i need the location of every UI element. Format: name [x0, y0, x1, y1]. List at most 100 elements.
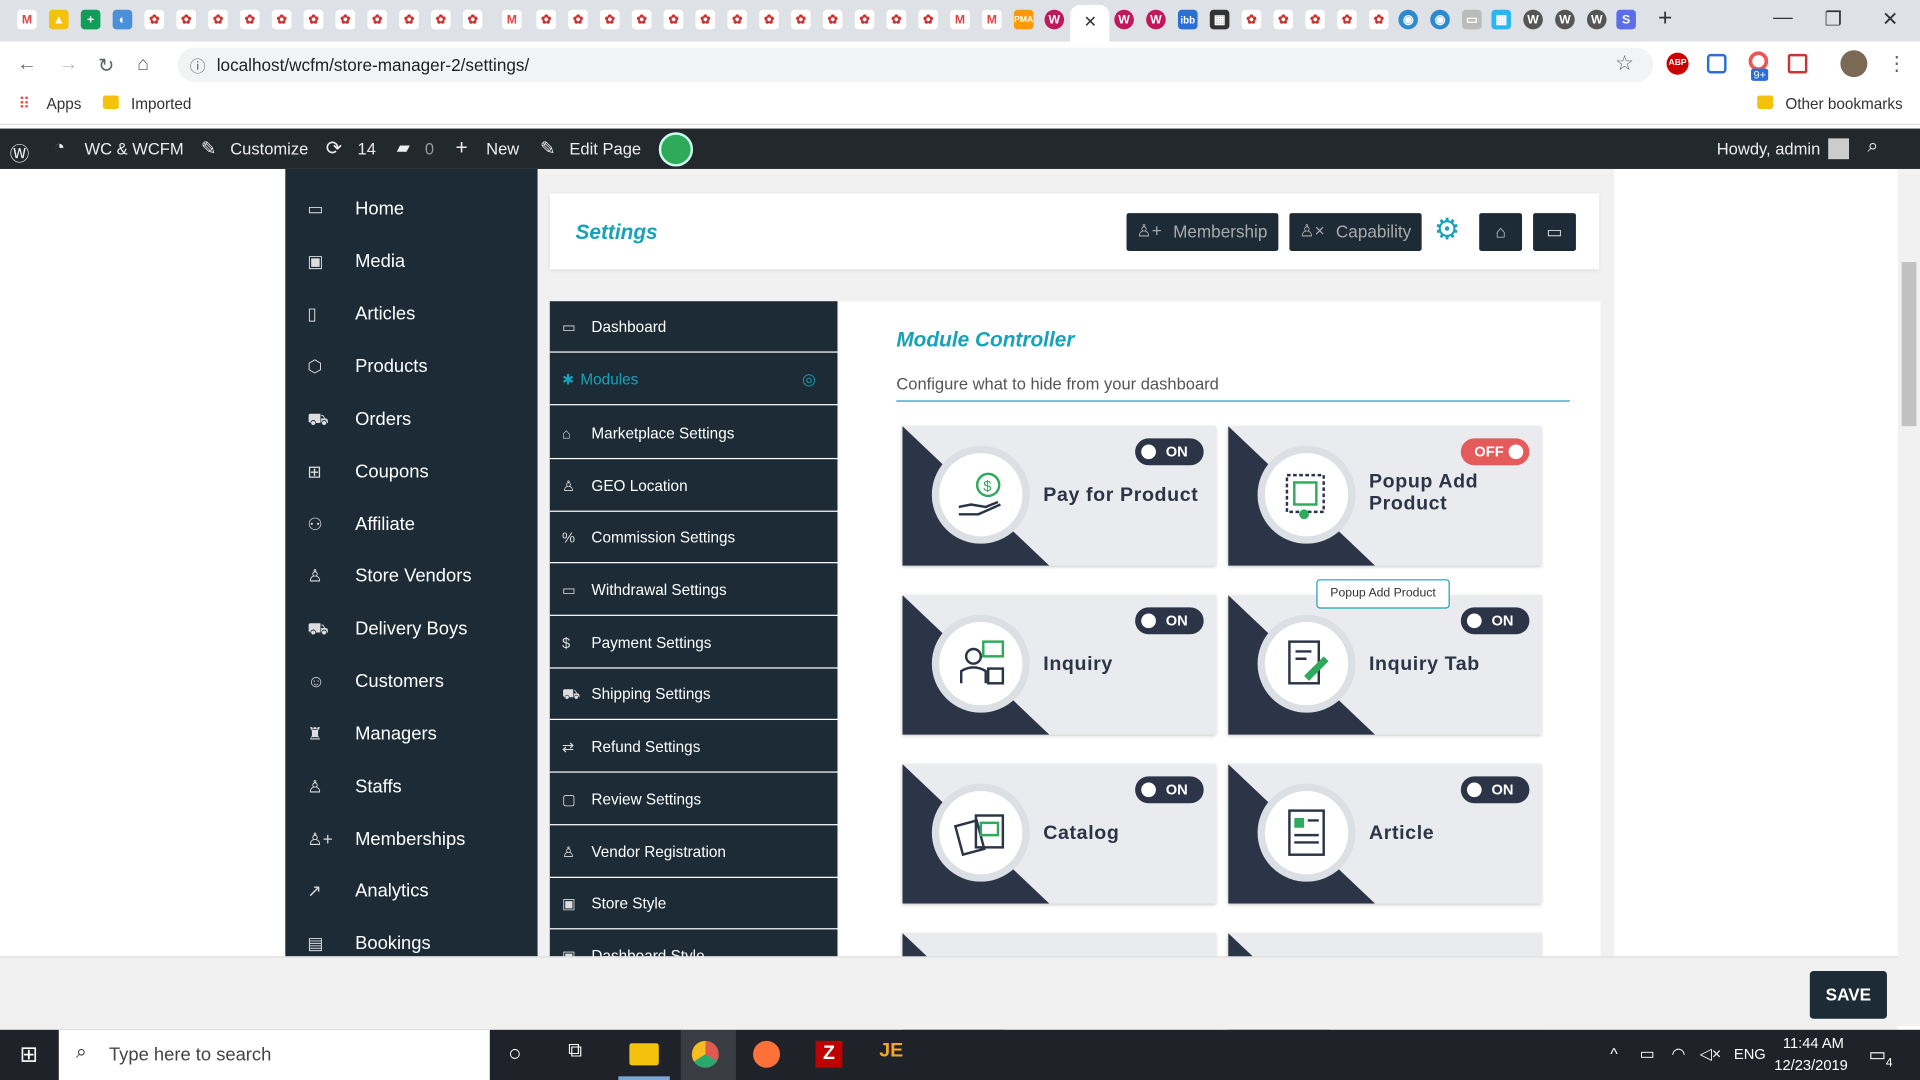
module-toggle[interactable]: OFF	[1460, 438, 1530, 466]
filezilla-icon[interactable]: Z	[815, 1040, 843, 1068]
wordpress-logo-icon[interactable]: Ⓦ	[10, 137, 30, 166]
wcfm-tab-icon[interactable]: ✿	[271, 9, 292, 30]
wordpress-tab-icon[interactable]: W	[1555, 9, 1575, 30]
user-avatar[interactable]	[1828, 138, 1849, 160]
module-toggle[interactable]: ON	[1460, 776, 1530, 804]
bookmark-imported[interactable]: Imported	[131, 96, 191, 113]
plugin-icon[interactable]	[658, 132, 694, 167]
module-toggle[interactable]: ON	[1135, 438, 1204, 466]
reload-icon[interactable]: ↻	[98, 54, 114, 78]
wcfm-tab-icon[interactable]: ✿	[536, 9, 556, 30]
wcfm-tab-icon[interactable]: ✿	[1337, 9, 1357, 30]
video-button[interactable]: ▭	[1533, 213, 1576, 252]
close-tab-icon[interactable]: ✕	[1084, 12, 1097, 32]
site-name-link[interactable]: WC & WCFM	[84, 140, 183, 158]
gmail-tab-icon[interactable]: M	[982, 9, 1002, 30]
wcfm-tab-icon[interactable]: ✿	[1241, 9, 1262, 30]
settings-dashboard[interactable]: ▭ Dashboard	[549, 301, 838, 353]
wcfm-tab-icon[interactable]: ✿	[759, 9, 779, 30]
ibb-tab-icon[interactable]: ibb	[1177, 9, 1198, 30]
pocket-icon[interactable]	[1787, 53, 1808, 74]
wcfm-tab-icon[interactable]: ✿	[918, 9, 938, 30]
wcfm-tab-icon[interactable]: ✿	[240, 9, 260, 30]
language-indicator[interactable]: ENG	[1734, 1046, 1766, 1063]
settings-modules[interactable]: ✱ Modules ◎	[549, 354, 838, 406]
updates-count[interactable]: 14	[358, 140, 376, 158]
menu-item-coupons[interactable]: ⊞ Coupons	[285, 447, 537, 498]
menu-item-staffs[interactable]: ♙ Staffs	[285, 762, 537, 813]
wcfm-tab-icon[interactable]: ✿	[886, 9, 907, 30]
customize-link[interactable]: Customize	[230, 140, 308, 158]
comments-count[interactable]: 0	[425, 140, 434, 158]
menu-item-customers[interactable]: ☺ Customers	[285, 656, 537, 707]
windows-start-icon[interactable]: ⊞	[20, 1042, 38, 1068]
tab-icon[interactable]: ◐	[112, 9, 133, 30]
menu-item-managers[interactable]: ♜ Managers	[285, 709, 537, 760]
mute-icon[interactable]: ◁×	[1700, 1044, 1722, 1064]
module-toggle[interactable]: ON	[1135, 776, 1204, 804]
settings-geo[interactable]: ♙ GEO Location	[549, 460, 838, 512]
wcfm-tab-icon[interactable]: ✿	[335, 9, 356, 30]
new-link[interactable]: New	[486, 140, 519, 158]
settings-vendor-registration[interactable]: ♙ Vendor Registration	[549, 827, 838, 878]
wcfm-tab-icon[interactable]: ✿	[399, 9, 419, 30]
firefox-icon[interactable]	[753, 1040, 781, 1068]
settings-gear-icon[interactable]: ⚙	[1434, 212, 1460, 248]
globe-tab-icon[interactable]: ◉	[1430, 9, 1450, 30]
woo-tab-icon[interactable]: W	[1044, 9, 1065, 30]
module-toggle[interactable]: ON	[1460, 607, 1530, 635]
wcfm-tab-icon[interactable]: ✿	[431, 9, 451, 30]
menu-item-orders[interactable]: ⛟ Orders	[285, 394, 537, 445]
home-icon[interactable]: ⌂	[137, 54, 149, 76]
settings-refund[interactable]: ⇄ Refund Settings	[549, 721, 838, 773]
clock-date[interactable]: 12/23/2019	[1774, 1057, 1848, 1074]
task-view-icon[interactable]: ⧉	[568, 1041, 582, 1063]
settings-shipping[interactable]: ⛟ Shipping Settings	[549, 669, 838, 721]
s-tab-icon[interactable]: S	[1616, 9, 1636, 30]
wcfm-tab-icon[interactable]: ✿	[303, 9, 324, 30]
menu-item-analytics[interactable]: ↗ Analytics	[285, 866, 537, 917]
wcfm-tab-icon[interactable]: ✿	[695, 9, 716, 30]
close-window-icon[interactable]: ✕	[1882, 7, 1898, 31]
wcfm-tab-icon[interactable]: ✿	[822, 9, 843, 30]
back-icon[interactable]: ←	[17, 54, 37, 76]
sheets-tab-icon[interactable]: +	[80, 9, 101, 30]
jetbrains-icon[interactable]: JE	[879, 1041, 903, 1063]
settings-review[interactable]: ▢ Review Settings	[549, 774, 838, 826]
bookmark-apps[interactable]: Apps	[47, 96, 82, 113]
wcfm-tab-icon[interactable]: ✿	[1368, 9, 1389, 30]
taskbar-search[interactable]: ⌕ Type here to search	[58, 1029, 490, 1080]
adblock-icon[interactable]: ABP	[1666, 52, 1689, 75]
file-explorer-icon[interactable]	[629, 1043, 659, 1066]
woo-tab-icon[interactable]: W	[1114, 9, 1134, 30]
wcfm-tab-icon[interactable]: ✿	[462, 9, 483, 30]
scrollbar[interactable]	[1897, 168, 1920, 1027]
module-toggle[interactable]: ON	[1135, 607, 1204, 635]
gmail-tab-icon[interactable]: M	[17, 9, 37, 30]
woo-tab-icon[interactable]: W	[1146, 9, 1166, 30]
gmail-tab-icon[interactable]: M	[950, 9, 970, 30]
howdy-user[interactable]: Howdy, admin	[1717, 140, 1821, 158]
menu-item-store-vendors[interactable]: ♙ Store Vendors	[285, 551, 537, 602]
menu-item-delivery-boys[interactable]: ⛟ Delivery Boys	[285, 604, 537, 655]
drive-tab-icon[interactable]: ▲	[48, 9, 69, 30]
wcfm-tab-icon[interactable]: ✿	[176, 9, 196, 30]
screenshot-ext-icon[interactable]	[1706, 53, 1727, 74]
wordpress-tab-icon[interactable]: W	[1586, 9, 1607, 30]
settings-commission[interactable]: % Commission Settings	[549, 512, 838, 564]
minimize-icon[interactable]: —	[1773, 7, 1793, 29]
star-icon[interactable]: ☆	[1615, 51, 1634, 75]
menu-item-media[interactable]: ▣ Media	[285, 236, 537, 287]
info-icon[interactable]: ⓘ	[190, 54, 206, 77]
wcfm-tab-icon[interactable]: ✿	[600, 9, 620, 30]
clock-time[interactable]: 11:44 AM	[1783, 1035, 1844, 1052]
settings-payment[interactable]: $ Payment Settings	[549, 617, 838, 669]
apps-icon[interactable]: ⠿	[18, 94, 30, 114]
wordpress-tab-icon[interactable]: W	[1523, 9, 1543, 30]
wcfm-tab-icon[interactable]: ✿	[791, 9, 811, 30]
save-button[interactable]: SAVE	[1809, 971, 1887, 1019]
globe-tab-icon[interactable]: ◉	[1398, 9, 1418, 30]
menu-item-home[interactable]: ▭ Home	[285, 184, 537, 235]
menu-icon[interactable]: ⋮	[1887, 51, 1907, 75]
tutorial-button[interactable]: ⌂	[1479, 213, 1523, 252]
